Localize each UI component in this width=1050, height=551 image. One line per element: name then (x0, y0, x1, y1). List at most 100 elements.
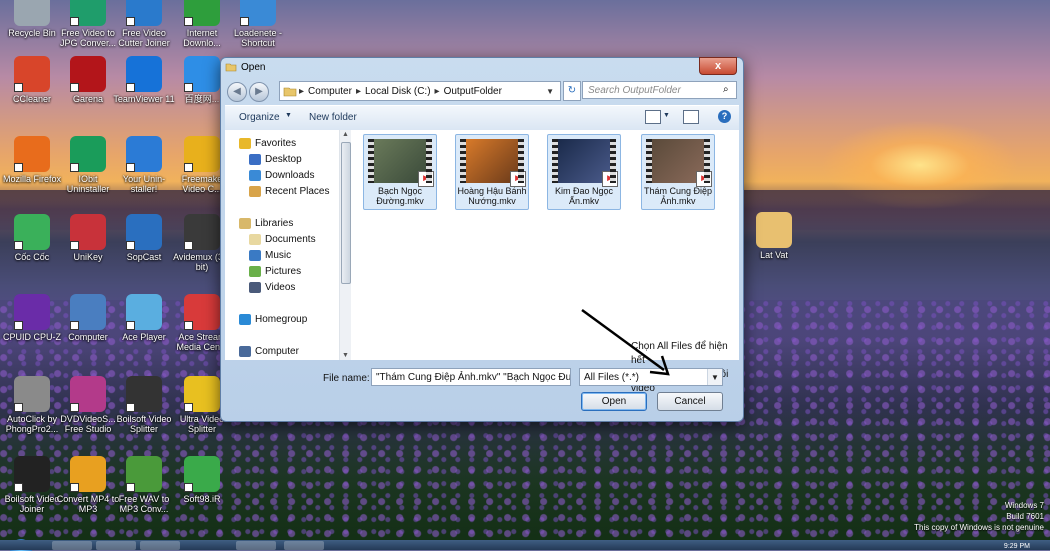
file-item[interactable]: ▶ Kim Đao Ngọc Ấn.mkv (547, 134, 621, 210)
chevron-down-icon: ▼ (285, 112, 292, 119)
taskbar-item[interactable] (236, 541, 276, 550)
desktop-icon-garena[interactable]: Garena (56, 56, 120, 104)
desktop-icon-cpuid-cpu-z[interactable]: CPUID CPU-Z (0, 294, 64, 342)
favorites-icon (239, 138, 251, 149)
scrollbar-thumb[interactable] (341, 142, 351, 284)
app-icon (14, 136, 50, 172)
desktop-icon-internet-downlo[interactable]: Internet Downlo... (170, 0, 234, 48)
desktop-icon-your-unin-staller[interactable]: Your Unin-staller! (112, 136, 176, 194)
close-button[interactable]: x (699, 57, 737, 75)
nav-item-recent-places[interactable]: Recent Places (249, 186, 329, 197)
breadcrumb-item[interactable]: OutputFolder (442, 86, 504, 97)
desktop-icon-dvdvideos-free-studio[interactable]: DVDVideoS... Free Studio (56, 376, 120, 434)
desktop-icon-label: Free WAV to MP3 Conv... (118, 494, 170, 514)
scroll-down-icon[interactable]: ▼ (342, 352, 349, 359)
chevron-down-icon[interactable]: ▼ (663, 112, 670, 119)
desktop-icon-computer[interactable]: Computer (56, 294, 120, 342)
desktop-icon-label: Soft98.iR (183, 494, 221, 504)
open-button[interactable]: Open (581, 392, 647, 411)
help-icon[interactable]: ? (718, 110, 731, 123)
desktop-icon-free-video-cutter-joiner[interactable]: Free Video Cutter Joiner (112, 0, 176, 48)
desktop-icon-autoclick-by-phongpro2[interactable]: AutoClick by PhongPro2... (0, 376, 64, 434)
app-icon (126, 214, 162, 250)
taskbar-item[interactable] (284, 541, 324, 550)
nav-item-videos[interactable]: Videos (249, 282, 295, 293)
app-icon (126, 136, 162, 172)
nav-item-homegroup[interactable]: Homegroup (239, 314, 307, 325)
desktop-icon-teamviewer-11[interactable]: TeamViewer 11 (112, 56, 176, 104)
desktop-icon-boilsoft-video-joiner[interactable]: Boilsoft Video Joiner (0, 456, 64, 514)
nav-item-favorites[interactable]: Favorites (239, 138, 296, 149)
nav-item-libraries[interactable]: Libraries (239, 218, 293, 229)
desktop-icon-label: Free Video to JPG Conver... (59, 28, 117, 48)
app-icon (14, 456, 50, 492)
preview-pane-icon[interactable] (683, 110, 699, 124)
breadcrumb-item[interactable]: Local Disk (C:) (363, 86, 433, 97)
nav-item-music[interactable]: Music (249, 250, 291, 261)
taskbar-item[interactable] (52, 541, 92, 550)
desktop-icon-boilsoft-video-splitter[interactable]: Boilsoft Video Splitter (112, 376, 176, 434)
app-icon (184, 376, 220, 412)
app-icon (14, 0, 50, 26)
nav-item-desktop[interactable]: Desktop (249, 154, 302, 165)
nav-item-label: Libraries (255, 218, 294, 229)
nav-item-downloads[interactable]: Downloads (249, 170, 314, 181)
search-icon[interactable]: ⌕ (723, 84, 729, 95)
address-bar[interactable]: ▸ Computer ▸ Local Disk (C:) ▸ OutputFol… (279, 81, 561, 101)
desktop-icon-soft98-ir[interactable]: Soft98.iR (170, 456, 234, 504)
file-item[interactable]: ▶ Bạch Ngọc Đường.mkv (363, 134, 437, 210)
nav-item-pictures[interactable]: Pictures (249, 266, 301, 277)
refresh-button[interactable]: ↻ (563, 81, 581, 101)
folder-icon (225, 63, 237, 72)
filename-input[interactable]: "Thám Cung Điệp Ảnh.mkv" "Bạch Ngọc Đườ (371, 368, 571, 386)
forward-button[interactable]: ▶ (249, 82, 269, 102)
file-name: Thám Cung Điệp Ảnh.mkv (643, 186, 713, 206)
desktop-icon-label: CCleaner (12, 94, 52, 104)
music-icon (249, 250, 261, 261)
chevron-down-icon[interactable]: ▼ (707, 369, 722, 385)
scroll-up-icon[interactable]: ▲ (342, 131, 349, 138)
address-row: ◀ ▶ ▸ Computer ▸ Local Disk (C:) ▸ Outpu… (225, 80, 739, 102)
media-player-badge-icon: ▶ (602, 171, 618, 187)
app-icon (184, 456, 220, 492)
taskbar-item[interactable] (140, 541, 180, 550)
file-item[interactable]: ▶ Hoàng Hậu Bánh Nướng.mkv (455, 134, 529, 210)
nav-item-computer[interactable]: Computer (239, 346, 299, 357)
video-thumbnail-icon: ▶ (552, 139, 618, 187)
desktop-icon-sopcast[interactable]: SopCast (112, 214, 176, 262)
desktop-icon-loadenete-shortcut[interactable]: Loadenete - Shortcut (226, 0, 290, 48)
desktop-icon-recycle-bin[interactable]: Recycle Bin (0, 0, 64, 38)
dialog-titlebar[interactable]: Open x (221, 57, 743, 76)
recent-places-icon (249, 186, 261, 197)
nav-item-label: Computer (255, 346, 299, 357)
file-item[interactable]: ▶ Thám Cung Điệp Ảnh.mkv (641, 134, 715, 210)
desktop-icon-ace-player[interactable]: Ace Player (112, 294, 176, 342)
back-button[interactable]: ◀ (227, 82, 247, 102)
nav-item-documents[interactable]: Documents (249, 234, 316, 245)
desktop-icon-mozilla-firefox[interactable]: Mozilla Firefox (0, 136, 64, 184)
cancel-button[interactable]: Cancel (657, 392, 723, 411)
desktop-icon-c-c-c-c[interactable]: Cốc Cốc (0, 214, 64, 262)
desktop-icon-ccleaner[interactable]: CCleaner (0, 56, 64, 104)
app-icon (70, 56, 106, 92)
desktop-icon-iobit-uninstaller[interactable]: IObit Uninstaller (56, 136, 120, 194)
taskbar-item[interactable] (96, 541, 136, 550)
organize-button[interactable]: Organize (239, 112, 280, 123)
folder-icon (283, 87, 297, 97)
chevron-down-icon[interactable]: ▼ (544, 87, 556, 96)
desktop-icon-convert-mp4-to-mp3[interactable]: Convert MP4 to MP3 (56, 456, 120, 514)
view-options-icon[interactable] (645, 110, 661, 124)
desktop-icon-lat-vat[interactable]: Lat Vat (742, 212, 806, 260)
breadcrumb-item[interactable]: Computer (306, 86, 354, 97)
search-input[interactable]: Search OutputFolder (582, 81, 737, 99)
desktop-icon-free-wav-to-mp3-conv[interactable]: Free WAV to MP3 Conv... (112, 456, 176, 514)
libraries-icon (239, 218, 251, 229)
nav-scrollbar[interactable]: ▲ ▼ (339, 130, 351, 360)
app-icon (756, 212, 792, 248)
desktop-icon-unikey[interactable]: UniKey (56, 214, 120, 262)
nav-item-label: Downloads (265, 170, 315, 181)
new-folder-button[interactable]: New folder (309, 112, 357, 123)
taskbar (0, 540, 1050, 550)
desktop-icon-free-video-to-jpg-conver[interactable]: Free Video to JPG Conver... (56, 0, 120, 48)
nav-item-label: Desktop (265, 154, 302, 165)
